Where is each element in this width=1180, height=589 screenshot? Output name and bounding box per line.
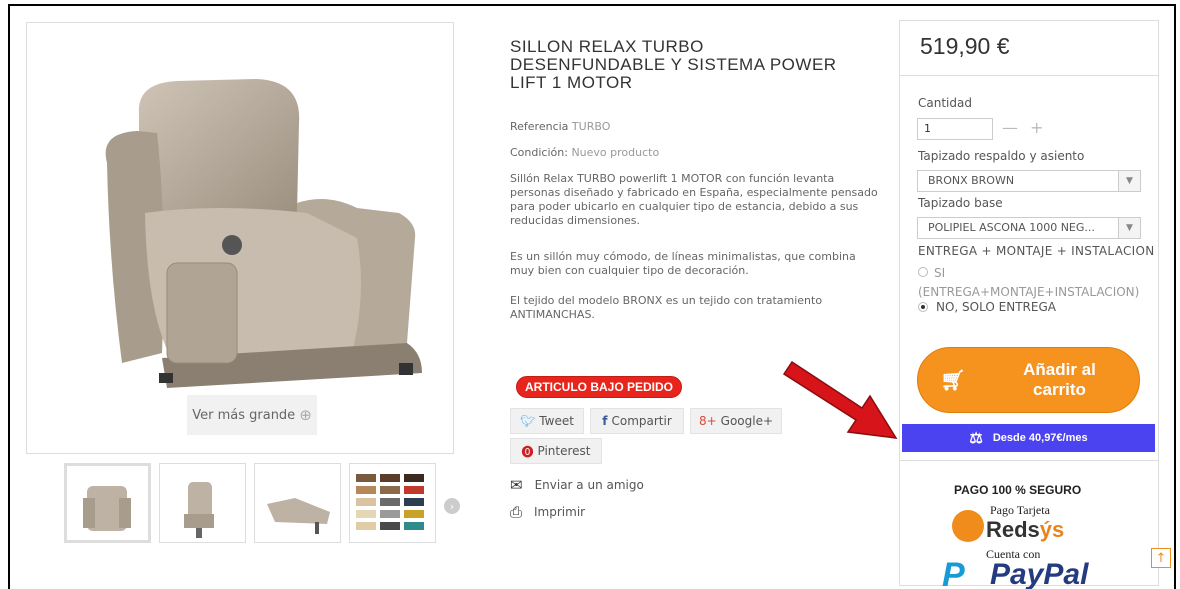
facebook-share-button[interactable]: f Compartir: [590, 408, 684, 434]
delivery-option-si-detail: (ENTREGA+MONTAJE+INSTALACION): [918, 285, 1140, 299]
condition-value: Nuevo producto: [571, 146, 660, 159]
delivery-option-si-radio[interactable]: [918, 267, 928, 277]
print-label: Imprimir: [534, 505, 586, 519]
send-to-friend-label: Enviar a un amigo: [534, 478, 644, 492]
base-value: POLIPIEL ASCONA 1000 NEG...: [928, 221, 1095, 234]
add-to-cart-line2: carrito: [1033, 380, 1086, 399]
send-to-friend-link[interactable]: ✉ Enviar a un amigo: [510, 476, 644, 494]
redsys-accent: ýs: [1039, 517, 1065, 542]
minus-icon[interactable]: —: [1002, 118, 1018, 137]
paypal-logo: PayPal: [990, 558, 1089, 589]
redsys-logo: Redsýs: [986, 517, 1064, 543]
base-select[interactable]: POLIPIEL ASCONA 1000 NEG... ▼: [917, 217, 1141, 239]
paypal-p-icon: P: [942, 556, 965, 589]
thumbnail-3[interactable]: [254, 463, 341, 543]
delivery-option-no-radio[interactable]: [918, 302, 928, 312]
upholstery-label: Tapizado respaldo y asiento: [918, 149, 1085, 163]
description-paragraph-2: Es un sillón muy cómodo, de líneas minim…: [510, 250, 856, 277]
zoom-in-icon: ⊕: [299, 406, 312, 424]
thumbnail-image: [267, 498, 330, 534]
reference-label: Referencia: [510, 120, 569, 133]
thumbnail-strip: [64, 463, 436, 543]
quantity-label: Cantidad: [918, 96, 972, 110]
chevron-down-icon: ▼: [1118, 171, 1140, 191]
redsys-text: Reds: [986, 517, 1040, 542]
delivery-option-no-label: NO, SOLO ENTREGA: [936, 300, 1056, 314]
upholstery-value: BRONX BROWN: [928, 174, 1015, 187]
pinterest-label: Pinterest: [537, 444, 591, 458]
card-payment-label: Pago Tarjeta: [990, 503, 1050, 517]
backorder-badge: ARTICULO BAJO PEDIDO: [516, 376, 683, 398]
chevron-down-icon: ▼: [1118, 218, 1140, 238]
plus-icon[interactable]: +: [1030, 118, 1043, 137]
print-link[interactable]: ⎙ Imprimir: [510, 503, 585, 521]
pinterest-button[interactable]: ⓿ Pinterest: [510, 438, 602, 464]
add-to-cart-line1: Añadir al: [1023, 360, 1096, 379]
envelope-icon: ✉: [510, 476, 523, 494]
swatch-image: [356, 474, 424, 530]
price-box: 519,90 €: [899, 20, 1159, 76]
printer-icon: ⎙: [510, 503, 523, 521]
product-title: SILLON RELAX TURBO DESENFUNDABLE Y SISTE…: [510, 37, 837, 92]
product-condition: Condición: Nuevo producto: [510, 146, 659, 159]
twitter-icon: 🐦︎: [520, 414, 536, 428]
upholstery-select[interactable]: BRONX BROWN ▼: [917, 170, 1141, 192]
delivery-option-si-label: SI: [934, 266, 946, 280]
financing-icon: ⚖︎: [969, 430, 983, 447]
description-paragraph-1: Sillón Relax TURBO powerlift 1 MOTOR con…: [510, 172, 878, 227]
thumbnail-1[interactable]: [64, 463, 151, 543]
product-reference: Referencia TURBO: [510, 120, 610, 133]
tweet-button[interactable]: 🐦︎ Tweet: [510, 408, 584, 434]
facebook-icon: f: [602, 414, 608, 428]
product-price: 519,90 €: [920, 33, 1010, 59]
google-label: Google+: [720, 414, 774, 428]
cart-icon: 🛒︎: [940, 369, 966, 392]
zoom-button[interactable]: Ver más grande ⊕: [187, 395, 317, 435]
red-arrow-annotation: [782, 360, 898, 439]
google-plus-icon: 8+: [698, 414, 717, 428]
reference-value: TURBO: [571, 120, 611, 133]
thumbnail-4[interactable]: [349, 463, 436, 543]
add-to-cart-button[interactable]: 🛒︎ Añadir al carrito: [917, 347, 1140, 413]
condition-label: Condición:: [510, 146, 568, 159]
quantity-input[interactable]: 1: [917, 118, 993, 140]
product-main-image[interactable]: Ver más grande ⊕: [26, 22, 454, 454]
redsys-logo-icon: [952, 510, 984, 542]
zoom-label: Ver más grande: [192, 407, 296, 423]
scroll-to-top-icon[interactable]: ↑: [1151, 548, 1171, 568]
secure-payment-title: PAGO 100 % SEGURO: [954, 483, 1082, 497]
financing-button[interactable]: ⚖︎ Desde 40,97€/mes: [902, 424, 1155, 452]
tweet-label: Tweet: [539, 414, 574, 428]
financing-label: Desde 40,97€/mes: [992, 432, 1088, 444]
thumbnail-image: [83, 486, 131, 531]
add-to-cart-label: Añadir al carrito: [988, 360, 1139, 400]
pinterest-icon: ⓿: [521, 444, 534, 459]
armchair-illustration: [105, 79, 422, 388]
google-plus-button[interactable]: 8+ Google+: [690, 408, 782, 434]
base-label: Tapizado base: [918, 196, 1003, 210]
compartir-label: Compartir: [611, 414, 672, 428]
thumbnail-2[interactable]: [159, 463, 246, 543]
thumbnail-next-icon[interactable]: ›: [444, 498, 460, 514]
delivery-label: ENTREGA + MONTAJE + INSTALACION: [918, 244, 1155, 258]
description-paragraph-3: El tejido del modelo BRONX es un tejido …: [510, 294, 823, 321]
thumbnail-image: [184, 482, 214, 538]
